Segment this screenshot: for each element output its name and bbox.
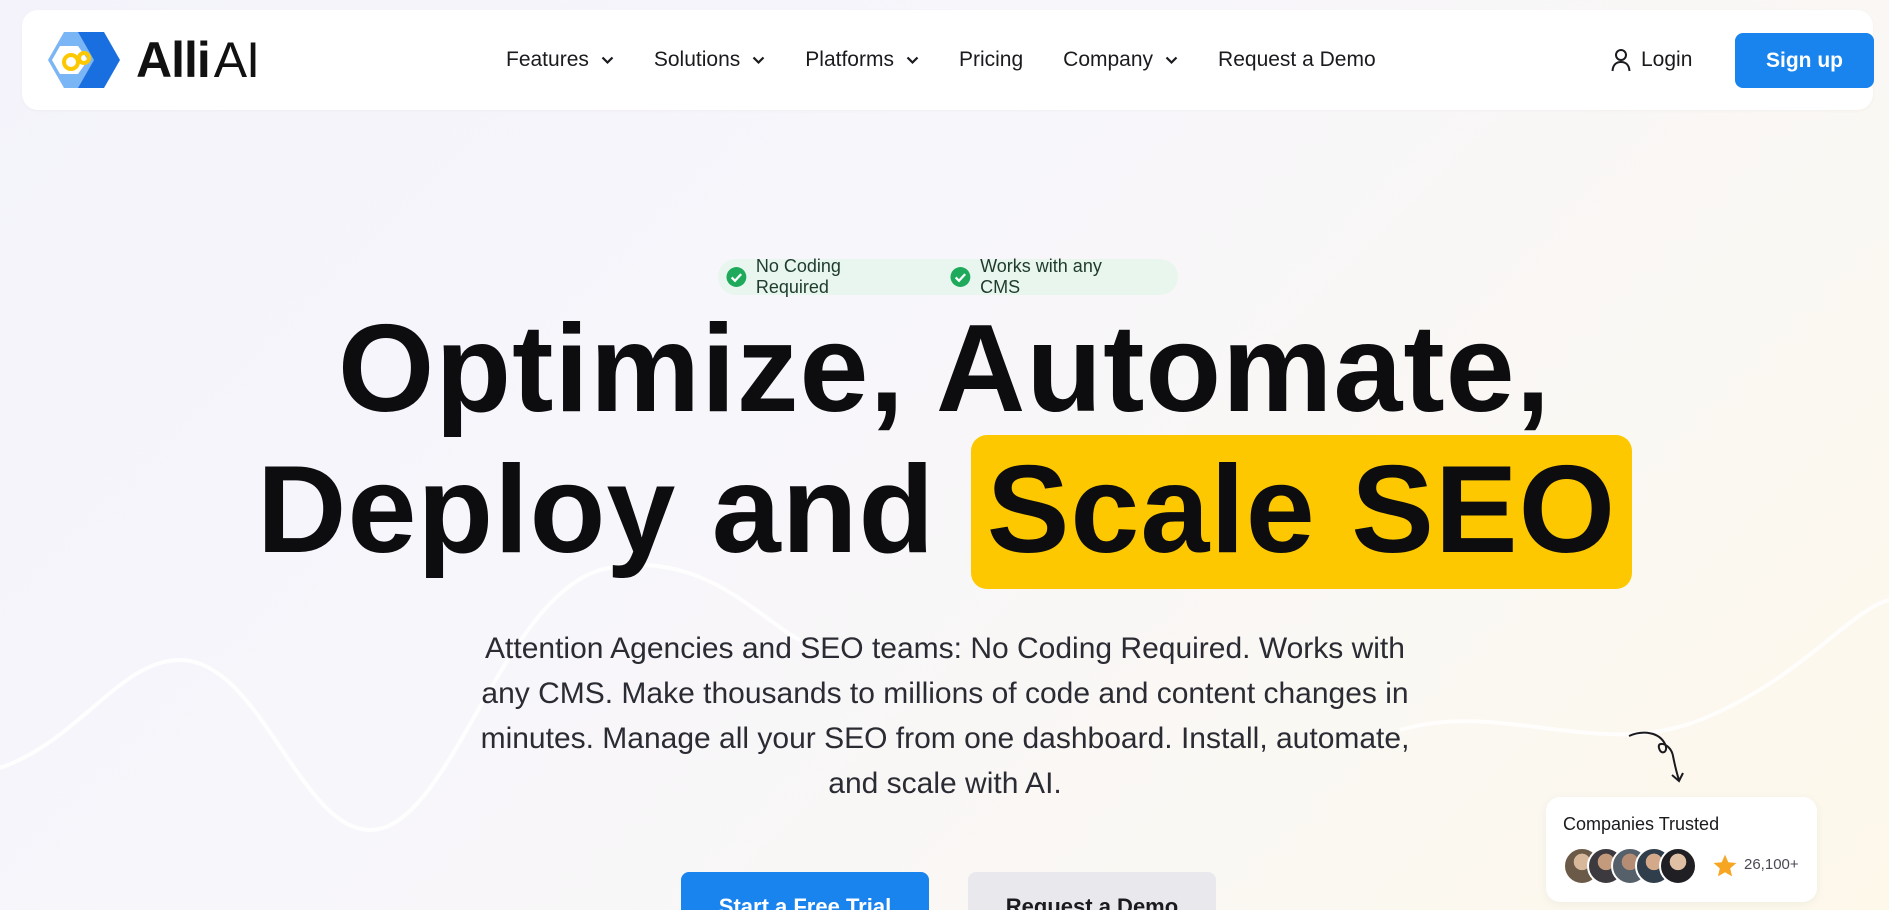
nav-item-company[interactable]: Company xyxy=(1063,48,1178,72)
badge-label: No Coding Required xyxy=(755,256,841,297)
avatar-stack xyxy=(1563,847,1697,885)
trust-card: Companies Trusted 26,100+ xyxy=(1546,797,1817,902)
badge-label: Works with any CMS xyxy=(980,256,1102,297)
hero-headline-plain: Deploy and xyxy=(256,441,936,579)
trust-count: 26,100+ xyxy=(1744,856,1799,873)
nav-item-platforms[interactable]: Platforms xyxy=(805,48,919,72)
login-link[interactable]: Login xyxy=(1611,10,1692,110)
nav-item-label: Platforms xyxy=(805,48,894,71)
user-icon xyxy=(1611,49,1631,72)
nav-item-pricing[interactable]: Pricing xyxy=(959,48,1023,72)
badge-any-cms: Works with any CMS xyxy=(950,256,1138,298)
brand-name: Alli xyxy=(136,32,211,88)
nav-item-label: Request a Demo xyxy=(1218,48,1376,71)
nav-item-label: Company xyxy=(1063,48,1154,71)
nav-item-label: Pricing xyxy=(958,48,1024,71)
start-free-trial-button[interactable]: Start a Free Trial xyxy=(681,872,929,910)
hero-headline-line2: Deploy and Scale SEO xyxy=(0,435,1889,589)
chevron-down-icon xyxy=(1165,56,1178,64)
nav-item-label: Solutions xyxy=(653,48,741,71)
feature-badges: No Coding Required Works with any CMS xyxy=(718,256,1178,298)
chevron-down-icon xyxy=(601,56,614,64)
trust-title: Companies Trusted xyxy=(1563,814,1720,834)
nav-item-solutions[interactable]: Solutions xyxy=(654,48,765,72)
alli-logo-icon xyxy=(48,32,120,88)
top-navbar: Alli AI Features Solutions Platforms Pri… xyxy=(22,10,1874,110)
brand-logo[interactable]: Alli AI xyxy=(44,26,260,94)
signup-button[interactable]: Sign up xyxy=(1735,33,1874,88)
nav-item-label: Features xyxy=(506,48,589,71)
check-circle-icon xyxy=(950,267,971,287)
login-label: Login xyxy=(1641,48,1693,71)
hero-headline-highlight: Scale SEO xyxy=(970,435,1633,589)
request-demo-button[interactable]: Request a Demo xyxy=(968,872,1216,910)
hero-subtitle: Attention Agencies and SEO teams: No Cod… xyxy=(480,632,1410,800)
curved-arrow-icon xyxy=(1628,731,1684,783)
check-circle-icon xyxy=(726,267,747,287)
brand-wordmark: Alli AI xyxy=(136,31,260,89)
chevron-down-icon xyxy=(906,56,919,64)
star-icon xyxy=(1713,854,1737,877)
badge-no-coding: No Coding Required xyxy=(726,256,910,298)
main-nav: Features Solutions Platforms Pricing Com… xyxy=(506,10,1416,110)
hero-headline-line1: Optimize, Automate, xyxy=(337,300,1552,438)
avatar xyxy=(1659,847,1697,885)
nav-item-request-demo[interactable]: Request a Demo xyxy=(1218,48,1376,72)
brand-ai: AI xyxy=(213,32,260,88)
nav-item-features[interactable]: Features xyxy=(506,48,614,72)
chevron-down-icon xyxy=(752,56,765,64)
